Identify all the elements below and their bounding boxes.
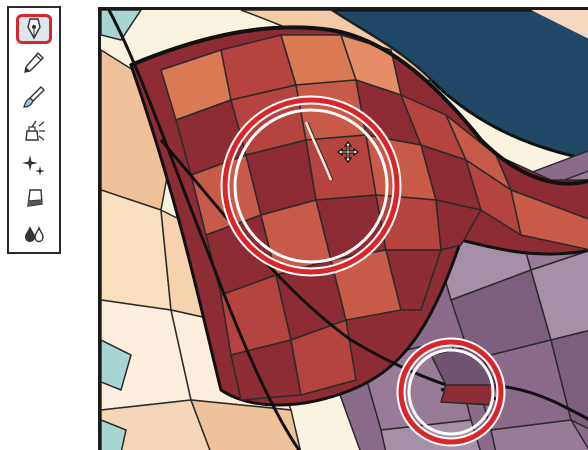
fill-drops-icon — [25, 226, 44, 243]
pencil-tool-button[interactable] — [16, 48, 52, 78]
drawing-canvas[interactable] — [98, 7, 588, 450]
eraser-icon — [27, 189, 43, 207]
tool-palette — [7, 6, 61, 254]
ink-pot-icon — [25, 120, 45, 141]
highlight-circle-small — [398, 339, 504, 445]
move-cursor-icon — [337, 141, 359, 163]
fill-tool-button[interactable] — [16, 218, 52, 248]
brush-tool-button[interactable] — [16, 82, 52, 112]
effect-tool-button[interactable] — [16, 150, 52, 180]
highlight-circle-main-inner — [233, 108, 389, 264]
pen-nib-icon — [27, 18, 41, 40]
highlight-overlay — [220, 95, 506, 447]
sparkle-icon — [22, 155, 45, 176]
brush-icon — [23, 86, 45, 108]
pencil-icon — [24, 51, 44, 73]
highlight-circle-small-inner — [407, 348, 495, 436]
pen-tool-button[interactable] — [16, 14, 52, 44]
highlight-circle-main — [222, 97, 400, 275]
eraser-tool-button[interactable] — [16, 184, 52, 214]
ink-tool-button[interactable] — [16, 116, 52, 146]
